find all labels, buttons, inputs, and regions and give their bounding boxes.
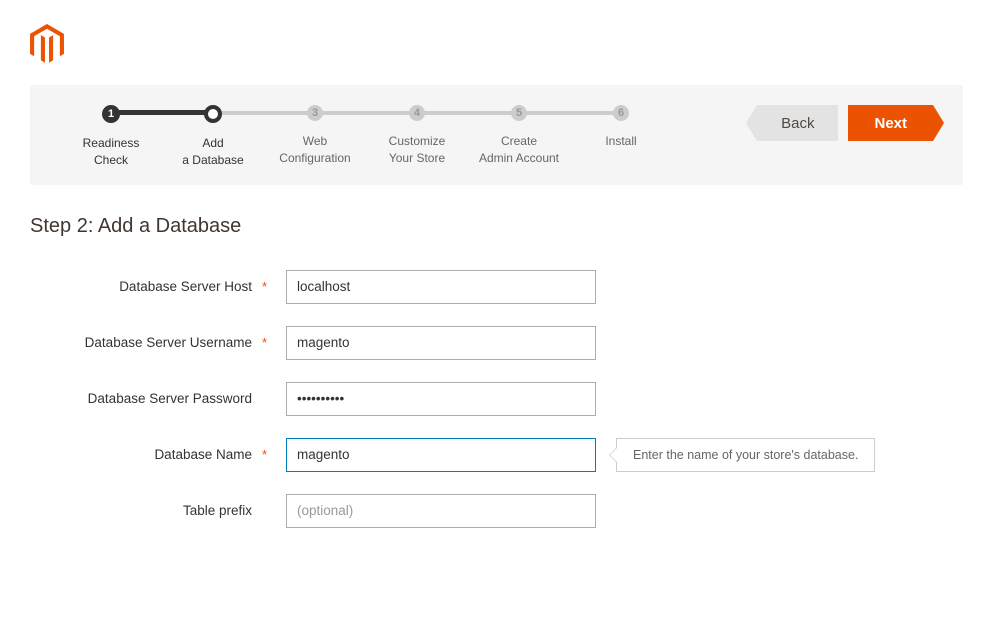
step-marker: 6 (613, 105, 629, 121)
db-username-label: Database Server Username (30, 335, 260, 350)
progress-steps: 1 Readiness Check Add a Database 3 Web C… (60, 103, 672, 169)
step-label: Create Admin Account (479, 133, 559, 167)
db-name-label: Database Name (30, 447, 260, 462)
required-asterisk: * (262, 279, 272, 294)
db-password-input[interactable] (286, 382, 596, 416)
step-label: Customize Your Store (389, 133, 446, 167)
db-name-input[interactable] (286, 438, 596, 472)
required-asterisk: * (262, 447, 272, 462)
step-install[interactable]: 6 Install (570, 105, 672, 150)
table-prefix-input[interactable] (286, 494, 596, 528)
db-password-label: Database Server Password (30, 391, 260, 406)
step-web-configuration[interactable]: 3 Web Configuration (264, 105, 366, 167)
step-add-database[interactable]: Add a Database (162, 105, 264, 169)
next-button[interactable]: Next (848, 105, 933, 141)
table-prefix-label: Table prefix (30, 503, 260, 518)
step-marker: 1 (102, 105, 120, 123)
step-marker: 3 (307, 105, 323, 121)
step-marker: 5 (511, 105, 527, 121)
db-username-input[interactable] (286, 326, 596, 360)
nav-panel: 1 Readiness Check Add a Database 3 Web C… (30, 85, 963, 185)
db-name-tooltip: Enter the name of your store's database. (616, 438, 875, 472)
step-label: Install (605, 133, 636, 150)
step-create-admin[interactable]: 5 Create Admin Account (468, 105, 570, 167)
step-label: Readiness Check (83, 135, 140, 169)
step-customize-store[interactable]: 4 Customize Your Store (366, 105, 468, 167)
db-host-label: Database Server Host (30, 279, 260, 294)
step-label: Add a Database (182, 135, 243, 169)
step-marker (204, 105, 222, 123)
page-title: Step 2: Add a Database (30, 215, 963, 238)
magento-logo (0, 0, 993, 85)
step-marker: 4 (409, 105, 425, 121)
db-host-input[interactable] (286, 270, 596, 304)
step-readiness-check[interactable]: 1 Readiness Check (60, 105, 162, 169)
back-button[interactable]: Back (757, 105, 838, 141)
required-asterisk: * (262, 335, 272, 350)
step-label: Web Configuration (279, 133, 350, 167)
